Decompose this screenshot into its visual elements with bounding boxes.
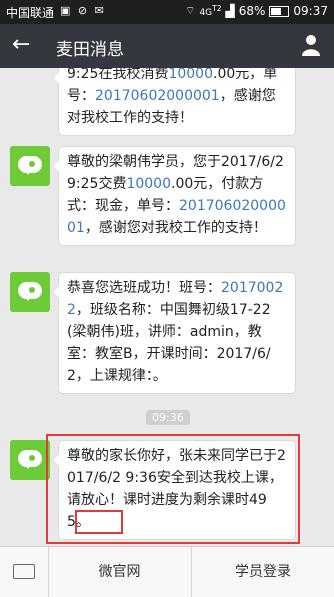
battery-percent: 68%	[238, 4, 266, 18]
message-timestamp: 09:36	[146, 410, 190, 425]
message-bubble: 9:25在我校消费10000.00元，单号：20170602000001，感谢您…	[52, 68, 296, 136]
app-header: ← 麦田消息	[0, 24, 334, 68]
keyboard-toggle[interactable]	[0, 547, 49, 597]
chat-bubble-icon	[18, 156, 42, 175]
chat-bubble-icon	[18, 450, 42, 469]
message-bubble: 尊敬的梁朝伟学员，您于2017/6/2 9:25交费10000.00元，付款方式…	[52, 146, 296, 246]
status-bar: 中国联通 ▣ ⊘ ✉ ⌔ 4GT2 ▟ 68% 09:37	[0, 0, 334, 24]
keyboard-icon	[13, 564, 35, 579]
message-bubble: 恭喜您选班成功！班号：20170022，班级名称：中国舞初级17-22(梁朝伟)…	[52, 272, 296, 394]
signal-icon: ▟	[225, 4, 235, 18]
menu-microsite[interactable]: 微官网	[48, 547, 192, 597]
sender-avatar[interactable]	[10, 440, 50, 480]
person-icon[interactable]	[302, 34, 320, 56]
sender-avatar[interactable]	[10, 146, 50, 186]
clock: 09:37	[293, 4, 328, 18]
wifi-icon: ⌔	[185, 4, 196, 17]
carrier-name: 中国联通	[6, 6, 55, 20]
page-title: 麦田消息	[56, 40, 124, 60]
message-list[interactable]: 9:25在我校消费10000.00元，单号：20170602000001，感谢您…	[0, 68, 334, 546]
sender-avatar[interactable]	[10, 272, 50, 312]
chat-bubble-icon	[18, 282, 42, 301]
battery-icon	[269, 5, 290, 17]
notification-icons: ▣ ⊘ ✉	[60, 4, 106, 17]
bottom-menu-bar: 微官网 学员登录	[0, 546, 334, 597]
network-indicator: 4GT2	[199, 4, 222, 18]
highlight-box-remaining-hours	[75, 510, 123, 534]
back-arrow-icon[interactable]: ←	[12, 32, 30, 58]
menu-student-login[interactable]: 学员登录	[192, 547, 334, 597]
status-right: ⌔ 4GT2 ▟ 68% 09:37	[185, 4, 328, 18]
